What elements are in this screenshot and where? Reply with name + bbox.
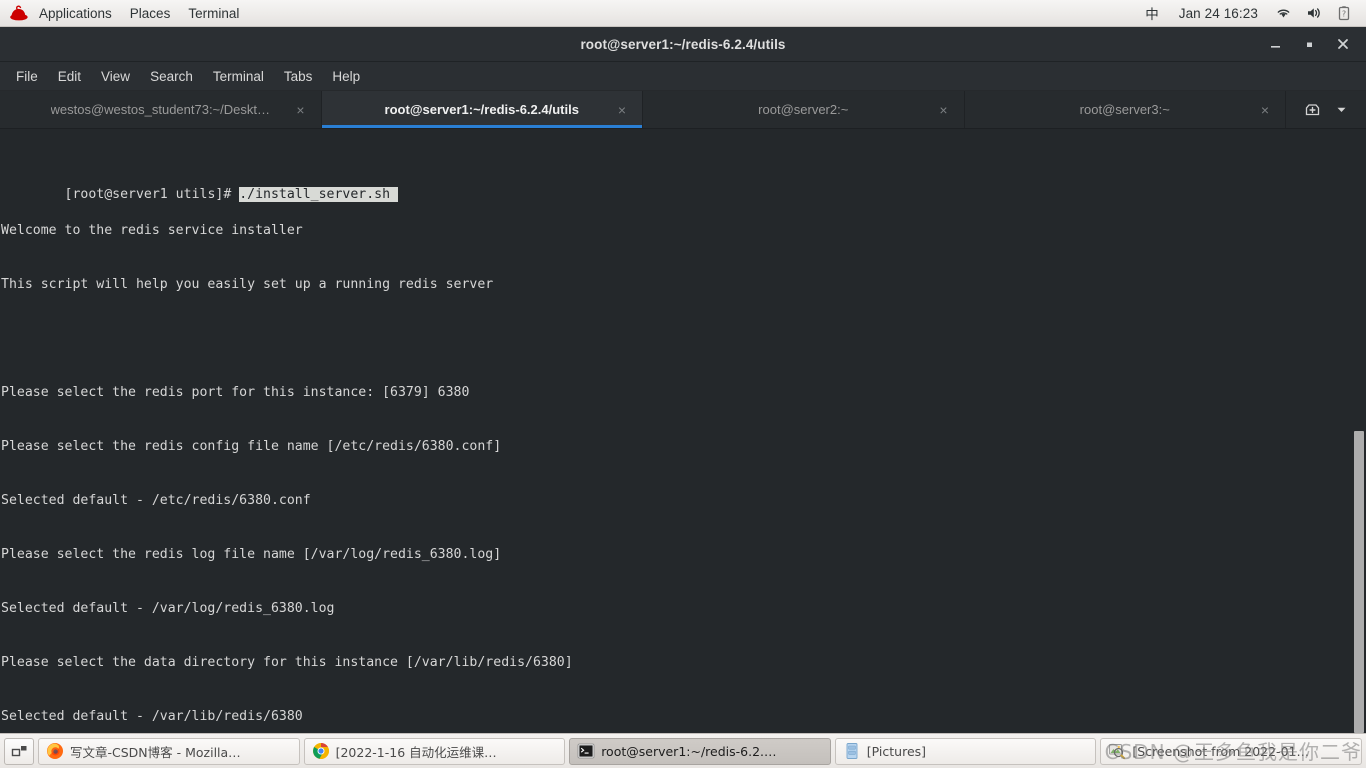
tab-server1-utils[interactable]: root@server1:~/redis-6.2.4/utils × [321, 91, 643, 128]
terminal-scrollbar[interactable] [1352, 129, 1366, 733]
menubar: File Edit View Search Terminal Tabs Help [0, 62, 1366, 91]
terminal-line: Selected default - /var/log/redis_6380.l… [1, 601, 335, 616]
tabbar-actions [1286, 91, 1366, 128]
taskbar-item-label: [Screenshot from 2022-01… [1132, 743, 1309, 759]
terminal-output[interactable]: [root@server1 utils]# ./install_server.s… [0, 129, 1352, 733]
menu-file[interactable]: File [6, 65, 48, 88]
taskbar-item-chrome[interactable]: [2022-1-16 自动化运维课… [303, 737, 566, 765]
scrollbar-thumb[interactable] [1354, 431, 1364, 733]
chevron-down-icon[interactable] [1335, 103, 1348, 116]
tab-close-icon[interactable]: × [936, 102, 952, 118]
menu-view[interactable]: View [91, 65, 140, 88]
files-icon [846, 743, 858, 759]
panel-menus: Applications Places Terminal [0, 0, 248, 26]
new-tab-icon[interactable] [1304, 101, 1321, 118]
tab-westos-student73[interactable]: westos@westos_student73:~/Deskt… × [0, 91, 322, 128]
redhat-logo-icon[interactable] [7, 3, 29, 23]
taskbar-item-firefox[interactable]: 写文章-CSDN博客 - Mozilla… [38, 737, 300, 765]
terminal-line: Selected default - /etc/redis/6380.conf [1, 493, 311, 508]
menu-help[interactable]: Help [322, 65, 370, 88]
terminal-line: Selected default - /var/lib/redis/6380 [1, 709, 303, 724]
terminal-line: Welcome to the redis service installer [1, 223, 303, 238]
shell-prompt: [root@server1 utils]# [64, 187, 240, 202]
tab-server3[interactable]: root@server3:~ × [965, 91, 1286, 128]
terminal-icon [577, 743, 595, 759]
tab-label: westos@westos_student73:~/Deskt… [50, 102, 271, 117]
volume-icon[interactable] [1299, 0, 1330, 26]
taskbar-item-label: 写文章-CSDN博客 - Mozilla… [70, 744, 241, 760]
terminal-menu-label: Terminal [188, 5, 240, 21]
menu-edit[interactable]: Edit [48, 65, 91, 88]
applications-menu-label: Applications [39, 5, 112, 21]
panel-status-area: 中 Jan 24 16:23 ? [1135, 0, 1366, 26]
taskbar-item-screenshot[interactable]: [Screenshot from 2022-01… [1100, 737, 1362, 765]
terminal-menu[interactable]: Terminal [179, 0, 248, 26]
menu-search[interactable]: Search [140, 65, 203, 88]
tab-close-icon[interactable]: × [1257, 102, 1273, 118]
places-menu[interactable]: Places [121, 0, 180, 26]
terminal-line: Please select the redis port for this in… [1, 385, 470, 400]
selected-command: ./install_server.sh [239, 187, 398, 202]
clock[interactable]: Jan 24 16:23 [1169, 6, 1268, 21]
tab-close-icon[interactable]: × [293, 102, 309, 118]
show-desktop-icon[interactable] [4, 737, 34, 765]
places-menu-label: Places [129, 5, 171, 21]
tab-label: root@server3:~ [1079, 102, 1170, 117]
applications-menu[interactable]: Applications [30, 0, 121, 26]
gnome-top-panel: Applications Places Terminal 中 Jan 24 16… [0, 0, 1366, 27]
wifi-icon[interactable] [1268, 0, 1299, 26]
terminal-screen[interactable]: [root@server1 utils]# ./install_server.s… [0, 129, 1366, 733]
svg-text:?: ? [1342, 9, 1346, 18]
taskbar: 写文章-CSDN博客 - Mozilla… [2022-1-16 自动化运维课…… [0, 733, 1366, 768]
terminal-line: This script will help you easily set up … [1, 277, 494, 292]
input-method-indicator[interactable]: 中 [1135, 3, 1169, 23]
tabbar: westos@westos_student73:~/Deskt… × root@… [0, 91, 1366, 129]
terminal-window: root@server1:~/redis-6.2.4/utils File Ed… [0, 27, 1366, 733]
window-controls [1258, 27, 1360, 61]
battery-icon[interactable]: ? [1330, 0, 1358, 26]
taskbar-item-terminal[interactable]: root@server1:~/redis-6.2.… [569, 737, 831, 765]
close-icon[interactable] [1326, 29, 1360, 59]
terminal-line: Please select the data directory for thi… [1, 655, 573, 670]
tab-label: root@server2:~ [758, 102, 849, 117]
terminal-line: Please select the redis log file name [/… [1, 547, 502, 562]
window-titlebar[interactable]: root@server1:~/redis-6.2.4/utils [0, 27, 1366, 62]
tab-close-icon[interactable]: × [614, 102, 630, 118]
taskbar-item-label: [2022-1-16 自动化运维课… [335, 744, 497, 760]
chrome-icon [312, 743, 329, 759]
tab-server2[interactable]: root@server2:~ × [643, 91, 965, 128]
image-viewer-icon [1109, 744, 1126, 760]
tab-label: root@server1:~/redis-6.2.4/utils [384, 102, 579, 117]
firefox-icon [47, 743, 63, 759]
taskbar-item-pictures[interactable]: [Pictures] [834, 737, 1097, 765]
taskbar-item-label: [Pictures] [866, 743, 927, 759]
menu-terminal[interactable]: Terminal [203, 65, 274, 88]
terminal-line: Please select the redis config file name… [1, 439, 502, 454]
minimize-icon[interactable] [1258, 29, 1292, 59]
taskbar-item-label: root@server1:~/redis-6.2.… [601, 743, 777, 759]
menu-tabs[interactable]: Tabs [274, 65, 323, 88]
terminal-line: [root@server1 utils]# ./install_server.s… [1, 168, 1352, 202]
page-title: root@server1:~/redis-6.2.4/utils [580, 36, 786, 52]
maximize-icon[interactable] [1292, 29, 1326, 59]
